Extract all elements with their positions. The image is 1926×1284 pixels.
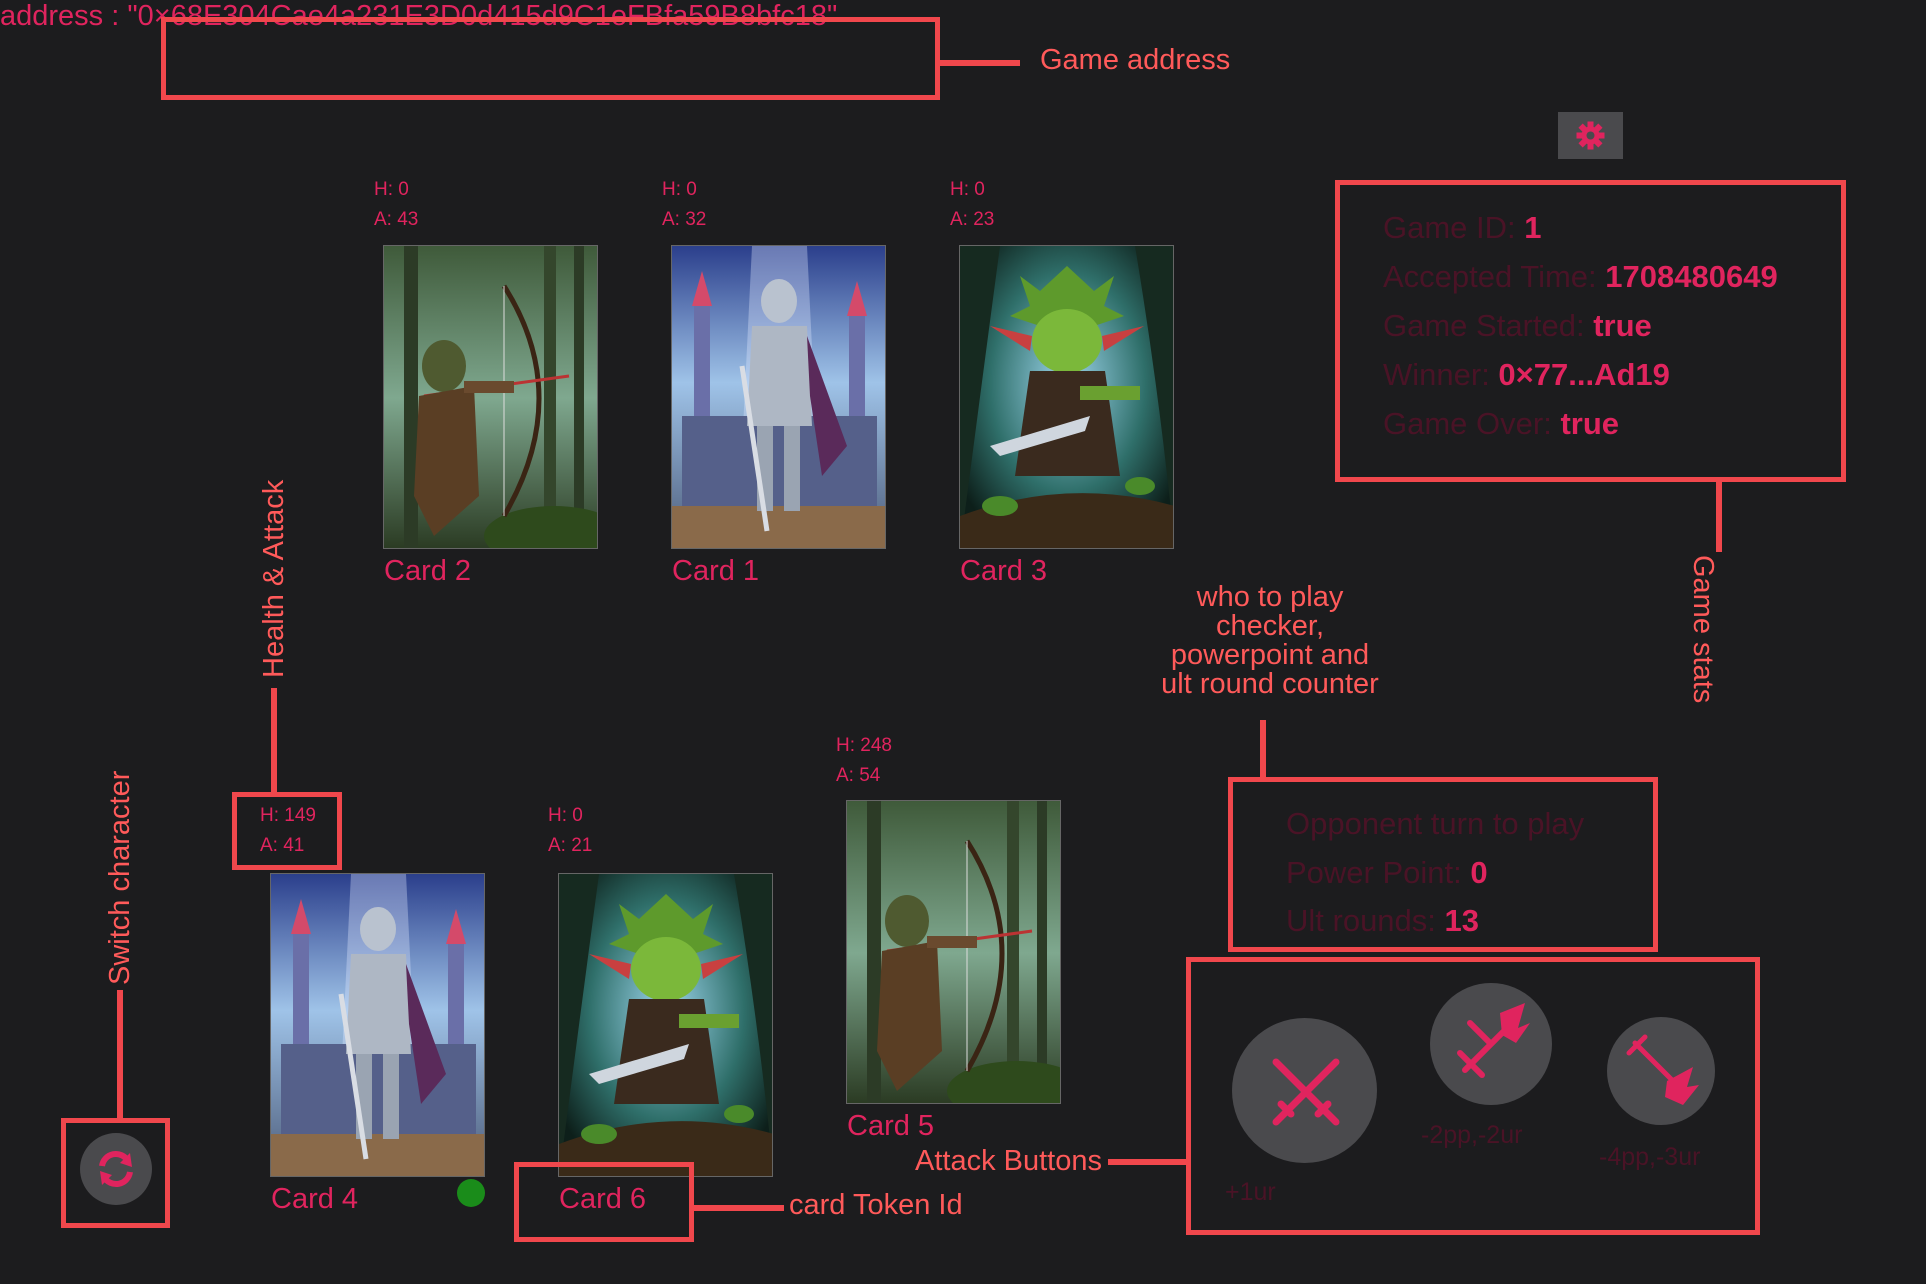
health-attack-connector [271,688,277,792]
card-health: H: 0 [662,179,697,200]
card-art-knight[interactable] [671,245,886,549]
annotation-game-stats: Game stats [1687,555,1719,704]
annotation-game-address: Game address [1040,44,1231,76]
card-token-id: Card 2 [384,555,472,587]
gear-icon [1576,121,1605,150]
address-highlight [161,17,940,100]
turn-checker-connector [1260,720,1266,780]
card-token-id: Card 3 [960,555,1048,587]
card-art-knight[interactable] [270,873,485,1177]
crossed-swords-icon [1272,1058,1340,1126]
annotation-health-attack: Health & Attack [258,479,290,678]
stat-winner: Winner: 0×77...Ad19 [1383,357,1670,392]
attack-button-basic[interactable] [1232,1018,1377,1163]
card-attack: A: 54 [836,765,881,786]
stat-game-over: Game Over: true [1383,406,1620,441]
switch-character-button[interactable] [80,1133,152,1205]
card-token-id-highlight [514,1162,694,1242]
card-art-goblin[interactable] [959,245,1174,549]
card-health: H: 0 [374,179,409,200]
card-health: H: 0 [950,179,985,200]
attack-cost-basic: +1ur [1225,1178,1276,1206]
card-token-id: Card 5 [847,1110,935,1142]
card-attack: A: 43 [374,209,419,230]
annotation-attack-buttons: Attack Buttons [915,1145,1102,1177]
attack-buttons-connector [1108,1159,1188,1165]
switch-connector [117,990,123,1120]
refresh-icon [99,1150,133,1188]
card-attack: A: 23 [950,209,995,230]
active-indicator [457,1179,485,1207]
card-token-id-connector [694,1205,784,1211]
card-attack: A: 41 [260,835,305,856]
power-point: Power Point: 0 [1286,855,1488,890]
stat-accepted-time: Accepted Time: 1708480649 [1383,259,1778,294]
card-token-id: Card 1 [672,555,760,587]
attack-button-special[interactable] [1430,983,1552,1105]
fire-sword-icon [1626,1034,1699,1105]
card-health: H: 149 [260,805,316,826]
card-token-id: Card 4 [271,1183,359,1215]
address-connector [940,60,1020,66]
flaming-sword-icon [1457,1003,1530,1078]
annotation-turn-checker: who to play checker, powerpoint and ult … [1161,581,1379,700]
annotation-switch-character: Switch character [104,770,136,985]
stat-game-started: Game Started: true [1383,308,1652,343]
attack-button-ultimate[interactable] [1607,1017,1715,1125]
card-art-goblin[interactable] [558,873,773,1177]
turn-status: Opponent turn to play [1286,806,1585,841]
card-art-archer[interactable] [846,800,1061,1104]
settings-button[interactable] [1558,112,1623,159]
card-health: H: 248 [836,735,892,756]
ult-rounds: Ult rounds: 13 [1286,903,1479,938]
card-art-archer[interactable] [383,245,598,549]
attack-cost-ultimate: -4pp,-3ur [1599,1143,1701,1171]
stat-game-id: Game ID: 1 [1383,210,1542,245]
card-attack: A: 32 [662,209,707,230]
attack-cost-special: -2pp,-2ur [1421,1121,1523,1149]
card-health: H: 0 [548,805,583,826]
stats-connector [1716,482,1722,552]
card-attack: A: 21 [548,835,593,856]
annotation-card-token-id: card Token Id [789,1189,963,1221]
